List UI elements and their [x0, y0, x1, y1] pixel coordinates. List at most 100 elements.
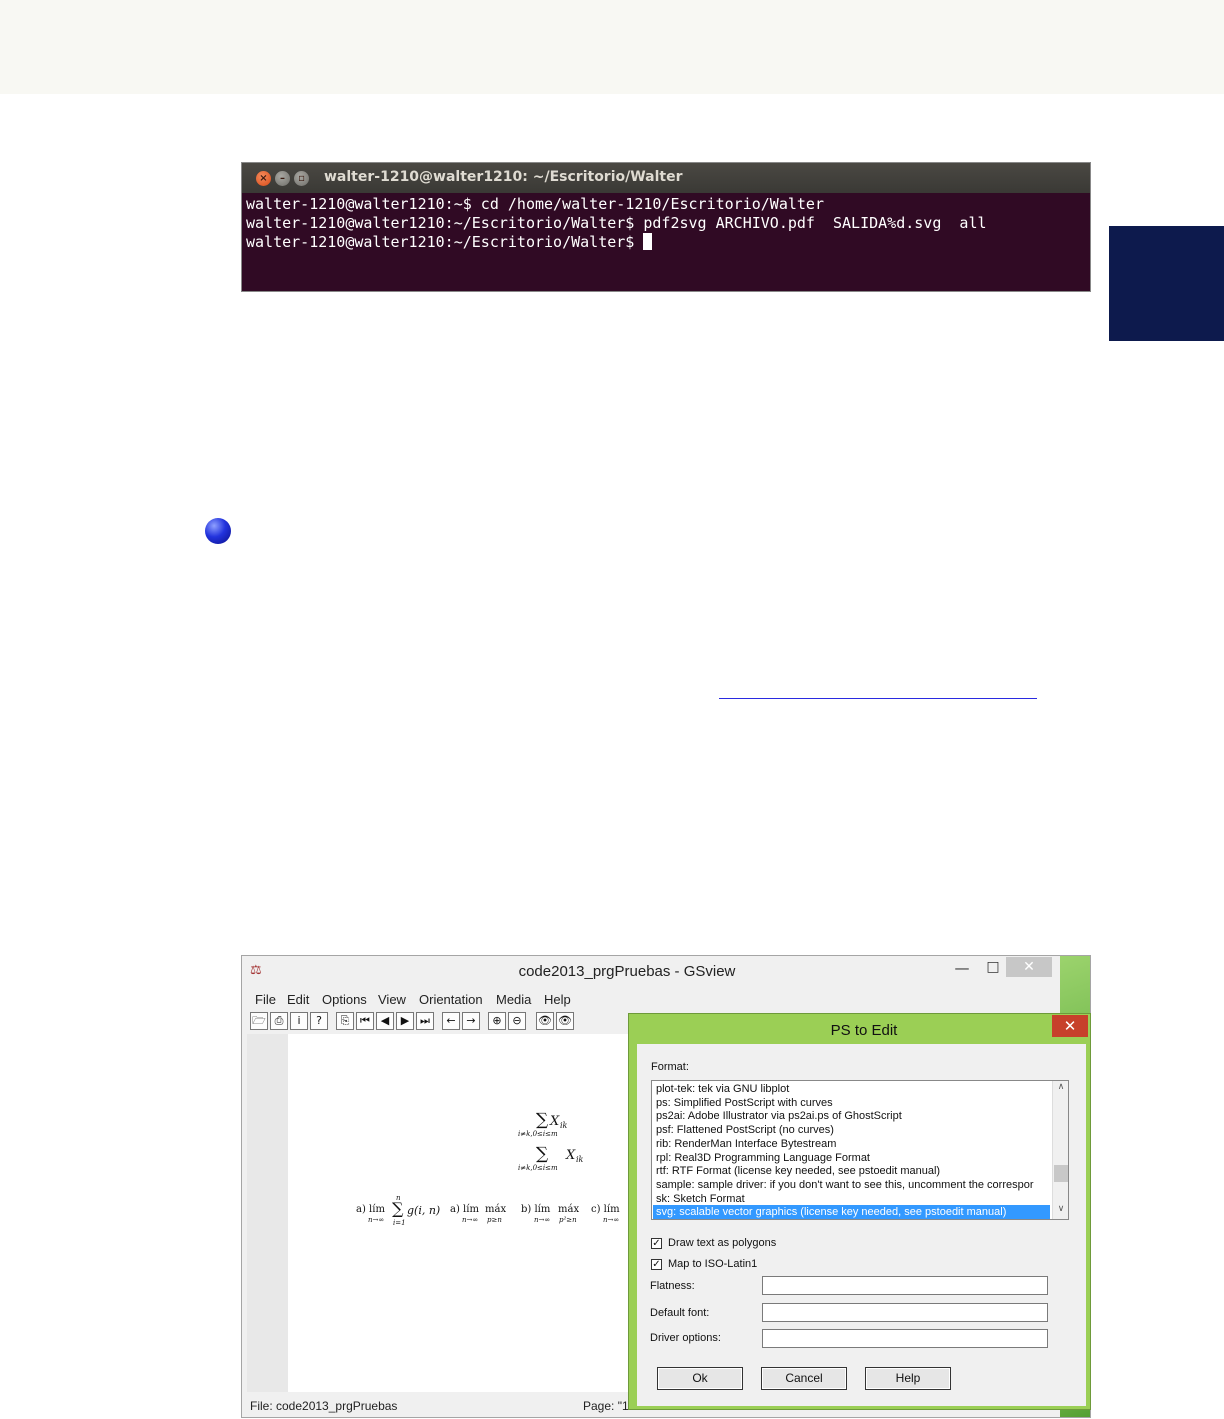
close-icon[interactable]: ✕	[1052, 1015, 1088, 1037]
prev-page-icon[interactable]: ◀	[376, 1012, 394, 1030]
format-item[interactable]: sk: Sketch Format	[656, 1192, 1050, 1206]
zoom-out-icon[interactable]: ⊖	[508, 1012, 526, 1030]
math-limit: c) lím	[591, 1204, 620, 1215]
terminal-prompt: walter-1210@walter1210:~/Escritorio/Walt…	[246, 233, 644, 251]
format-item[interactable]: ps: Simplified PostScript with curves	[656, 1096, 1050, 1110]
format-listbox[interactable]: plot-tek: tek via GNU libplot ps: Simplif…	[651, 1080, 1069, 1220]
magnify-alt-icon[interactable]: 👁	[556, 1012, 574, 1030]
terminal-line: walter-1210@walter1210:~$ cd /home/walte…	[246, 195, 824, 213]
math-sum-lower: i=1	[393, 1219, 406, 1227]
math-limit-sub: n→∞	[534, 1216, 551, 1224]
close-icon: ×	[259, 173, 268, 184]
hyperlink-underline[interactable]	[719, 698, 1037, 699]
math-var: X	[550, 1114, 560, 1129]
dialog-body: Format: plot-tek: tek via GNU libplot ps:…	[637, 1044, 1086, 1406]
math-limit-sub: n→∞	[603, 1216, 620, 1224]
flatness-input[interactable]	[762, 1276, 1048, 1295]
math-sum: ∑	[536, 1144, 549, 1164]
side-tab-marker	[1109, 226, 1224, 341]
format-item[interactable]: rpl: Real3D Programming Language Format	[656, 1151, 1050, 1165]
terminal-prompt-line: walter-1210@walter1210:~/Escritorio/Walt…	[246, 233, 987, 252]
menu-options[interactable]: Options	[322, 992, 367, 1007]
first-page-icon[interactable]: ⏮	[356, 1012, 374, 1030]
menu-orientation[interactable]: Orientation	[419, 992, 483, 1007]
open-icon[interactable]: 🗁	[250, 1012, 268, 1030]
math-max: máx	[558, 1204, 580, 1215]
next-page-icon[interactable]: ▶	[396, 1012, 414, 1030]
map-latin-checkbox[interactable]: ✓	[651, 1259, 662, 1270]
terminal-minimize-button[interactable]: –	[275, 171, 290, 186]
maximize-icon: ▫	[298, 173, 305, 184]
status-page: Page: "1	[583, 1399, 629, 1413]
terminal-window: × – ▫ walter-1210@walter1210: ~/Escritor…	[241, 162, 1091, 292]
help-icon[interactable]: ?	[310, 1012, 328, 1030]
maximize-icon[interactable]: □	[980, 959, 1006, 981]
terminal-line: walter-1210@walter1210:~/Escritorio/Walt…	[246, 214, 987, 232]
menu-media[interactable]: Media	[496, 992, 531, 1007]
terminal-titlebar: × – ▫ walter-1210@walter1210: ~/Escritor…	[242, 163, 1090, 193]
checkmark-icon: ✓	[652, 1259, 661, 1270]
format-scrollbar[interactable]: ∧ ∨	[1052, 1081, 1068, 1219]
terminal-output[interactable]: walter-1210@walter1210:~$ cd /home/walte…	[246, 195, 987, 252]
math-limit: a) lím	[356, 1204, 385, 1215]
last-page-icon[interactable]: ⏭	[416, 1012, 434, 1030]
checkmark-icon: ✓	[652, 1238, 661, 1249]
close-icon[interactable]: ✕	[1006, 957, 1052, 977]
math-max-sub: p≥n	[487, 1216, 502, 1224]
ok-button[interactable]: Ok	[657, 1367, 743, 1390]
math-subscript: ik	[576, 1155, 584, 1164]
math-sum: ∑	[536, 1110, 549, 1130]
math-limit-sub: n→∞	[462, 1216, 479, 1224]
format-label: Format:	[651, 1061, 689, 1073]
map-latin-label: Map to ISO-Latin1	[668, 1258, 758, 1270]
math-max-sub: p²≥n	[559, 1216, 577, 1224]
format-item[interactable]: ps2ai: Adobe Illustrator via ps2ai.ps of…	[656, 1109, 1050, 1123]
terminal-close-button[interactable]: ×	[256, 171, 271, 186]
dialog-title: PS to Edit	[830, 1022, 898, 1039]
math-subscript: ik	[560, 1121, 568, 1130]
minimize-icon: –	[280, 173, 285, 184]
zoom-in-icon[interactable]: ⊕	[488, 1012, 506, 1030]
print-icon[interactable]: ⎙	[270, 1012, 288, 1030]
math-limit-sub: n→∞	[368, 1216, 385, 1224]
format-item[interactable]: rtf: RTF Format (license key needed, see…	[656, 1164, 1050, 1178]
bullet-icon	[205, 518, 231, 544]
forward-icon[interactable]: →	[462, 1012, 480, 1030]
format-item[interactable]: rib: RenderMan Interface Bytestream	[656, 1137, 1050, 1151]
driver-options-input[interactable]	[762, 1329, 1048, 1348]
terminal-maximize-button[interactable]: ▫	[294, 171, 309, 186]
scroll-thumb[interactable]	[1054, 1165, 1068, 1182]
format-item[interactable]: psf: Flattened PostScript (no curves)	[656, 1123, 1050, 1137]
math-limits: i≠k,0≤i≤m	[518, 1164, 558, 1172]
back-icon[interactable]: ←	[442, 1012, 460, 1030]
help-button[interactable]: Help	[865, 1367, 951, 1390]
gsview-title: code2013_prgPruebas - GSview	[518, 963, 736, 980]
goto-page-icon[interactable]: ⎘	[336, 1012, 354, 1030]
minimize-icon[interactable]: —	[949, 959, 975, 981]
info-icon[interactable]: i	[290, 1012, 308, 1030]
flatness-label: Flatness:	[650, 1280, 695, 1292]
format-item-selected[interactable]: svg: scalable vector graphics (license k…	[653, 1205, 1050, 1219]
driver-options-label: Driver options:	[650, 1332, 721, 1344]
menu-edit[interactable]: Edit	[287, 992, 309, 1007]
default-font-input[interactable]	[762, 1303, 1048, 1322]
format-item[interactable]: sample: sample driver: if you don't want…	[656, 1178, 1050, 1192]
gsview-titlebar: ⚖ code2013_prgPruebas - GSview — □ ✕	[242, 956, 1090, 988]
format-item[interactable]: plot-tek: tek via GNU libplot	[656, 1082, 1050, 1096]
math-limits: i≠k,0≤i≤m	[518, 1130, 558, 1138]
cancel-button[interactable]: Cancel	[761, 1367, 847, 1390]
scroll-up-icon[interactable]: ∧	[1053, 1082, 1068, 1096]
menu-view[interactable]: View	[378, 992, 406, 1007]
menu-help[interactable]: Help	[544, 992, 571, 1007]
math-max: máx	[485, 1204, 507, 1215]
document-view[interactable]: ∑ X ik i≠k,0≤i≤m ∑ X ik i≠k,0≤i≤m a) lím…	[288, 1034, 628, 1392]
menu-file[interactable]: File	[255, 992, 276, 1007]
draw-text-checkbox[interactable]: ✓	[651, 1238, 662, 1249]
status-file: File: code2013_prgPruebas	[250, 1399, 398, 1413]
default-font-label: Default font:	[650, 1307, 710, 1319]
magnify-icon[interactable]: 👁	[536, 1012, 554, 1030]
scroll-down-icon[interactable]: ∨	[1053, 1204, 1068, 1218]
math-var: X	[566, 1148, 576, 1163]
draw-text-label: Draw text as polygons	[668, 1237, 777, 1249]
page-header-band	[0, 0, 1224, 94]
